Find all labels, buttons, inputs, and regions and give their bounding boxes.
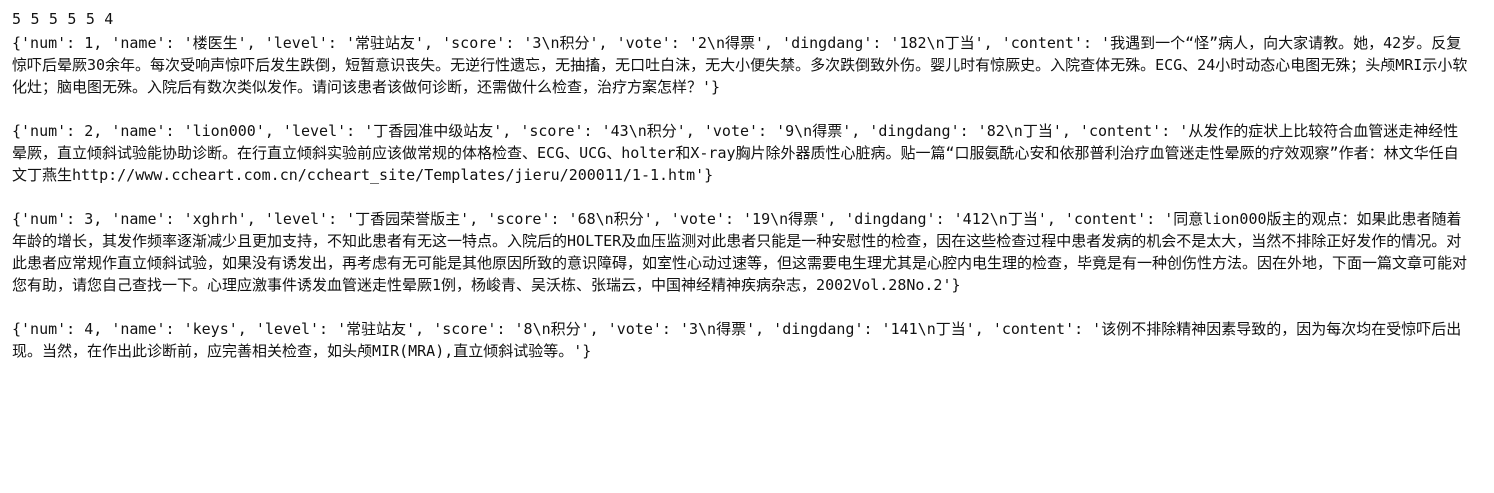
record-4: {'num': 4, 'name': 'keys', 'level': '常驻站… <box>12 320 1462 360</box>
header-numbers: 5 5 5 5 5 4 <box>12 10 114 28</box>
record-1: {'num': 1, 'name': '楼医生', 'level': '常驻站友… <box>12 34 1468 96</box>
document-page: 5 5 5 5 5 4 {'num': 1, 'name': '楼医生', 'l… <box>0 0 1480 362</box>
record-2: {'num': 2, 'name': 'lion000', 'level': '… <box>12 122 1459 184</box>
record-3: {'num': 3, 'name': 'xghrh', 'level': '丁香… <box>12 210 1468 294</box>
